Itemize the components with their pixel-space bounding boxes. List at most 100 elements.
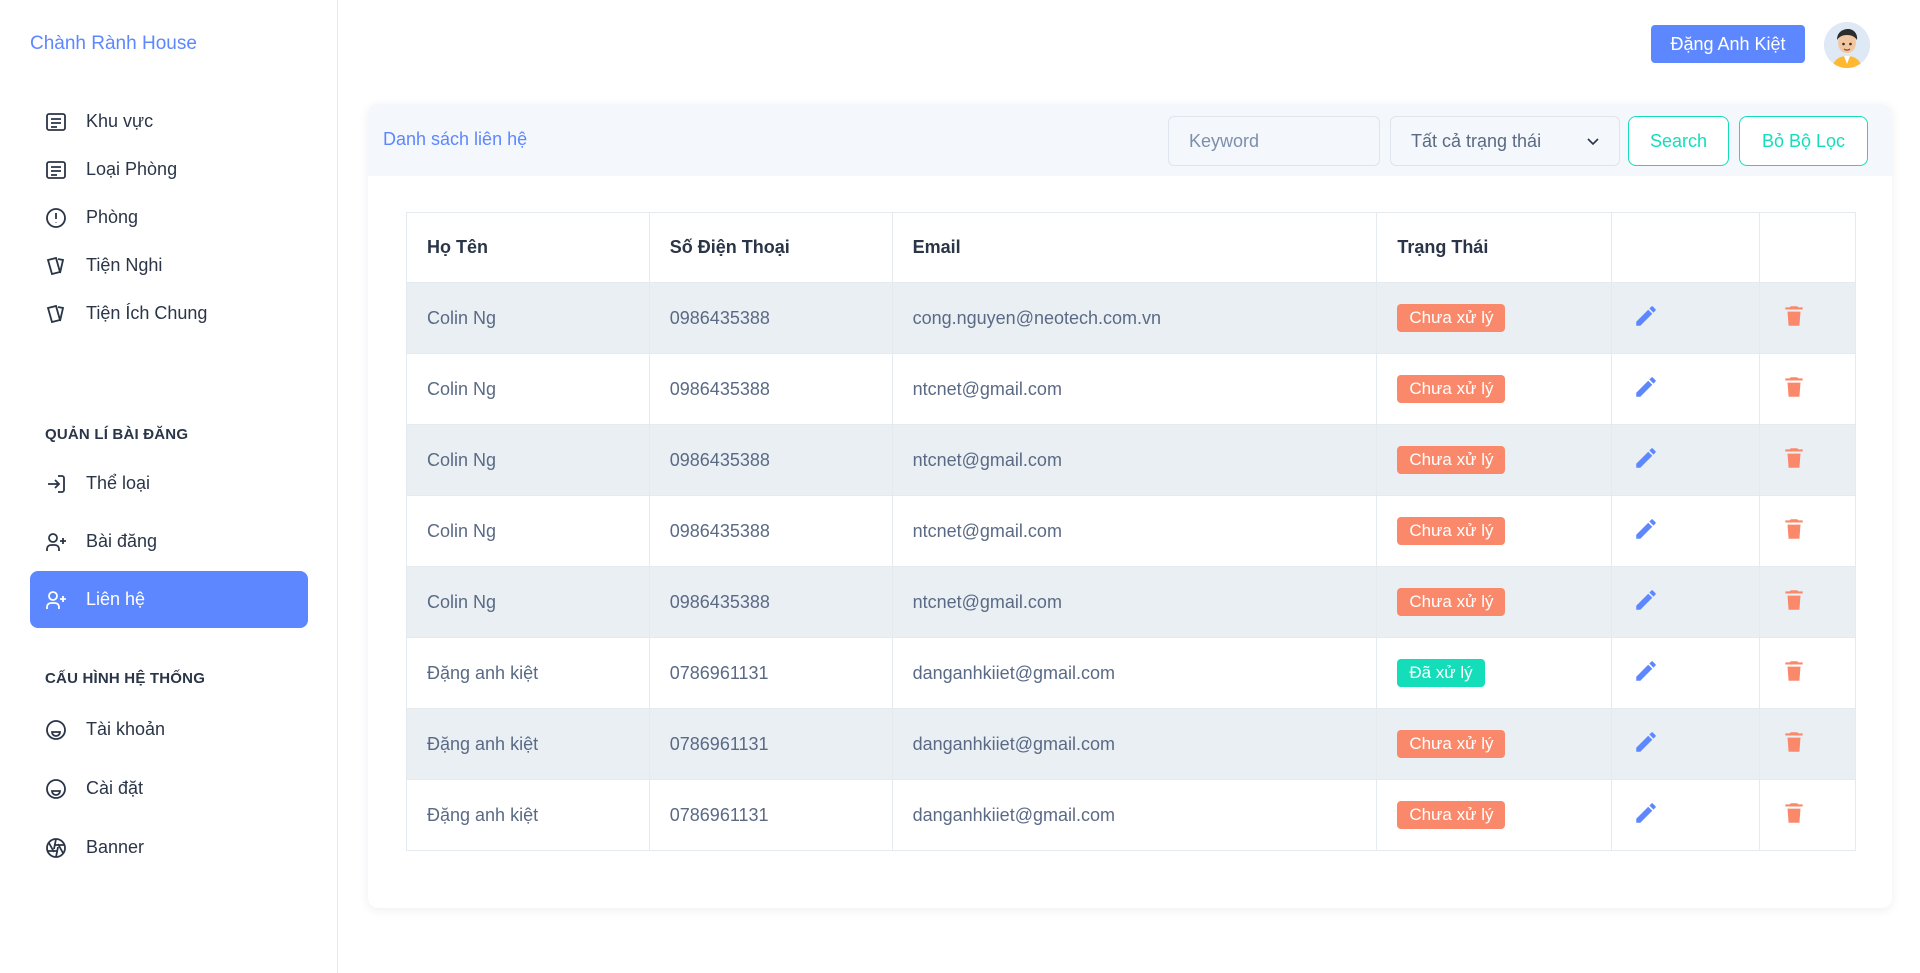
sidebar-item-banner[interactable]: Banner [30,819,308,876]
cell-phone: 0786961131 [648,637,893,709]
cell-delete [1759,708,1856,780]
edit-icon[interactable] [1632,444,1660,472]
cell-status: Đã xử lý [1376,637,1613,709]
reset-filter-button[interactable]: Bỏ Bộ Lọc [1739,116,1868,166]
cell-edit [1611,495,1760,567]
trash-icon[interactable] [1780,373,1808,401]
cell-phone: 0986435388 [648,424,893,496]
table-row: Colin Ng 0986435388 ntcnet@gmail.com Chưa x… [406,424,1856,496]
trash-icon[interactable] [1780,799,1808,827]
mood-icon [44,718,68,742]
cell-phone: 0786961131 [648,779,893,851]
cell-edit [1611,353,1760,425]
keyword-input[interactable] [1168,116,1380,166]
edit-icon[interactable] [1632,373,1660,401]
cell-status: Chưa xử lý [1376,495,1613,567]
mood-icon [44,777,68,801]
trash-icon[interactable] [1780,728,1808,756]
cell-edit [1611,566,1760,638]
cell-phone: 0786961131 [648,708,893,780]
edit-icon[interactable] [1632,728,1660,756]
cell-delete [1759,424,1856,496]
brand-logo[interactable]: Chành Rành House [30,33,197,55]
cell-status: Chưa xử lý [1376,424,1613,496]
cell-email: ntcnet@gmail.com [891,495,1378,567]
sidebar-item-label: Tiện Nghi [86,255,163,275]
status-filter-value: Tất cả trạng thái [1411,130,1542,151]
sidebar-item-label: Tài khoản [86,719,166,739]
sidebar-item-the-loai[interactable]: Thể loại [30,455,308,512]
edit-icon[interactable] [1632,586,1660,614]
table-row: Colin Ng 0986435388 ntcnet@gmail.com Chưa x… [406,495,1856,567]
sidebar-item-label: Liên hệ [86,589,146,609]
table-row: Đặng anh kiệt 0786961131 danganhkiiet@gmai… [406,637,1856,709]
cell-name: Colin Ng [406,566,650,638]
column-header-phone: Số Điện Thoại [648,212,893,283]
edit-icon[interactable] [1632,657,1660,685]
trash-icon[interactable] [1780,657,1808,685]
cell-phone: 0986435388 [648,353,893,425]
cell-edit [1611,708,1760,780]
edit-icon[interactable] [1632,302,1660,330]
avatar-illustration-icon [1824,22,1870,68]
cell-name: Colin Ng [406,353,650,425]
section-heading-posts: QUẢN LÍ BÀI ĐĂNG [45,426,189,443]
cell-email: ntcnet@gmail.com [891,566,1378,638]
cell-edit [1611,424,1760,496]
sidebar-item-label: Cài đặt [86,778,144,798]
cell-email: danganhkiiet@gmail.com [891,637,1378,709]
cell-delete [1759,495,1856,567]
cell-delete [1759,566,1856,638]
sidebar-item-tien-ich-chung[interactable]: Tiện Ích Chung [30,285,308,342]
column-header-status: Trạng Thái [1376,212,1613,283]
column-header-edit [1611,212,1760,283]
avatar[interactable] [1824,22,1870,68]
alert-circle-icon [44,206,68,230]
cell-delete [1759,637,1856,709]
status-filter-select[interactable]: Tất cả trạng thái [1390,116,1620,166]
cell-email: ntcnet@gmail.com [891,424,1378,496]
cards-icon [44,302,68,326]
sidebar-item-lien-he[interactable]: Liên hệ [30,571,308,628]
column-header-email: Email [891,212,1378,283]
cell-phone: 0986435388 [648,282,893,354]
sidebar-item-bai-dang[interactable]: Bài đăng [30,513,308,570]
trash-icon[interactable] [1780,302,1808,330]
status-badge: Chưa xử lý [1397,730,1506,758]
cell-email: cong.nguyen@neotech.com.vn [891,282,1378,354]
aperture-icon [44,836,68,860]
cell-phone: 0986435388 [648,566,893,638]
cell-delete [1759,282,1856,354]
sidebar-item-tai-khoan[interactable]: Tài khoản [30,701,308,758]
status-badge: Chưa xử lý [1397,517,1506,545]
contact-list-card: Danh sách liên hệ Tất cả trạng thái Sear… [368,104,1892,908]
trash-icon[interactable] [1780,586,1808,614]
cell-name: Colin Ng [406,282,650,354]
cell-edit [1611,779,1760,851]
sidebar: Chành Rành House Khu vực Loại Phòng Phòn… [0,0,338,973]
edit-icon[interactable] [1632,799,1660,827]
status-badge: Đã xử lý [1397,659,1485,687]
search-button[interactable]: Search [1628,116,1729,166]
sidebar-item-label: Phòng [86,207,139,227]
card-title: Danh sách liên hệ [383,129,528,149]
status-badge: Chưa xử lý [1397,304,1506,332]
edit-icon[interactable] [1632,515,1660,543]
user-plus-icon [44,530,68,554]
user-name-button[interactable]: Đặng Anh Kiệt [1651,25,1805,63]
sidebar-item-label: Khu vực [86,111,154,131]
cell-email: ntcnet@gmail.com [891,353,1378,425]
trash-icon[interactable] [1780,444,1808,472]
table-header-row: Họ Tên Số Điện Thoại Email Trạng Thái [406,212,1856,283]
cards-icon [44,254,68,278]
cell-name: Colin Ng [406,495,650,567]
cell-email: danganhkiiet@gmail.com [891,779,1378,851]
table-row: Đặng anh kiệt 0786961131 danganhkiiet@gmai… [406,779,1856,851]
cell-name: Đặng anh kiệt [406,779,650,851]
sidebar-item-cai-dat[interactable]: Cài đặt [30,760,308,817]
status-badge: Chưa xử lý [1397,588,1506,616]
status-badge: Chưa xử lý [1397,801,1506,829]
trash-icon[interactable] [1780,515,1808,543]
cell-edit [1611,282,1760,354]
cell-status: Chưa xử lý [1376,708,1613,780]
